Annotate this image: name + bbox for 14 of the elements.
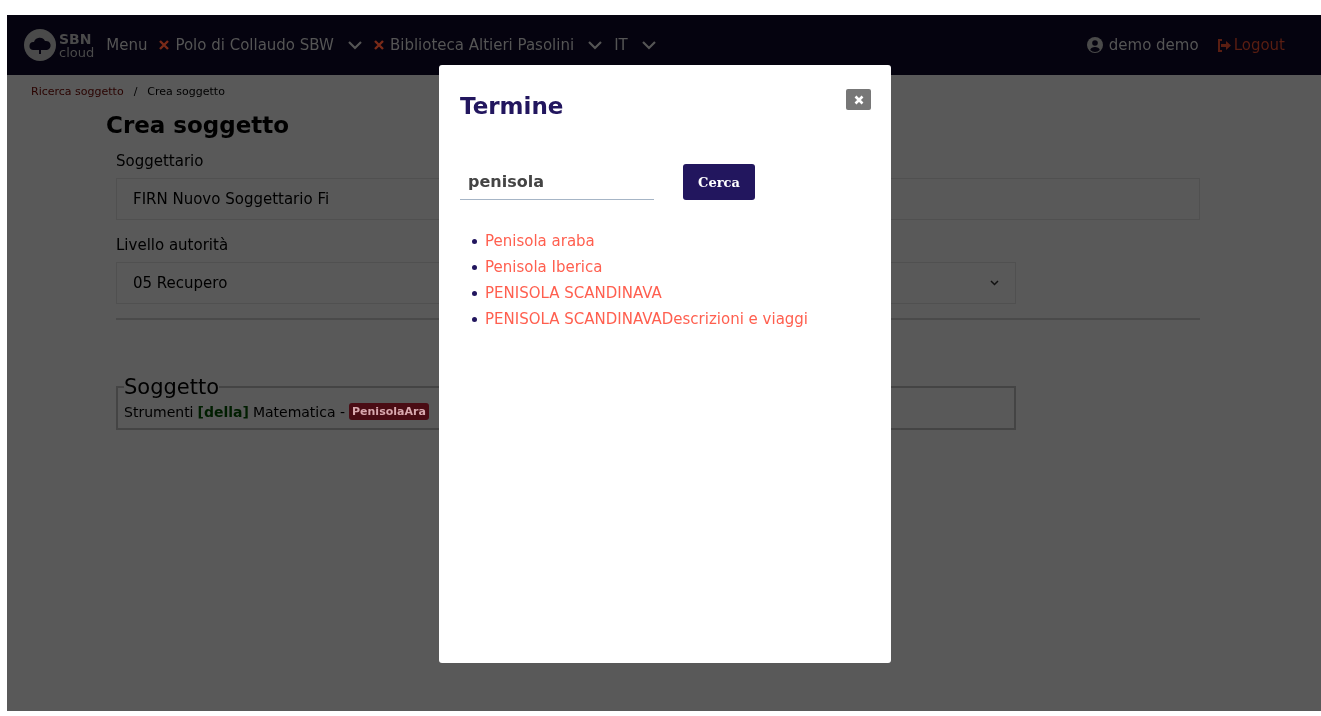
- page-title: Crea soggetto: [106, 112, 291, 138]
- modal-title: Termine: [460, 93, 564, 119]
- logo-subtext: cloud: [59, 45, 95, 59]
- field-label: Livello autorità: [116, 236, 229, 254]
- breadcrumb-separator: /: [133, 85, 138, 98]
- fieldset-legend: Soggetto: [124, 375, 220, 399]
- field-label: Soggettario: [116, 152, 204, 170]
- subject-tag: PenisolaAra: [349, 403, 429, 420]
- breadcrumb-current-page: Crea soggetto: [147, 85, 225, 98]
- user-name: demo demo: [1108, 36, 1199, 54]
- subject-term: Matematica -: [252, 403, 345, 420]
- logo-text: SBN: [59, 31, 93, 46]
- subject-article: [della]: [197, 403, 249, 420]
- subject-term: Strumenti: [124, 403, 194, 420]
